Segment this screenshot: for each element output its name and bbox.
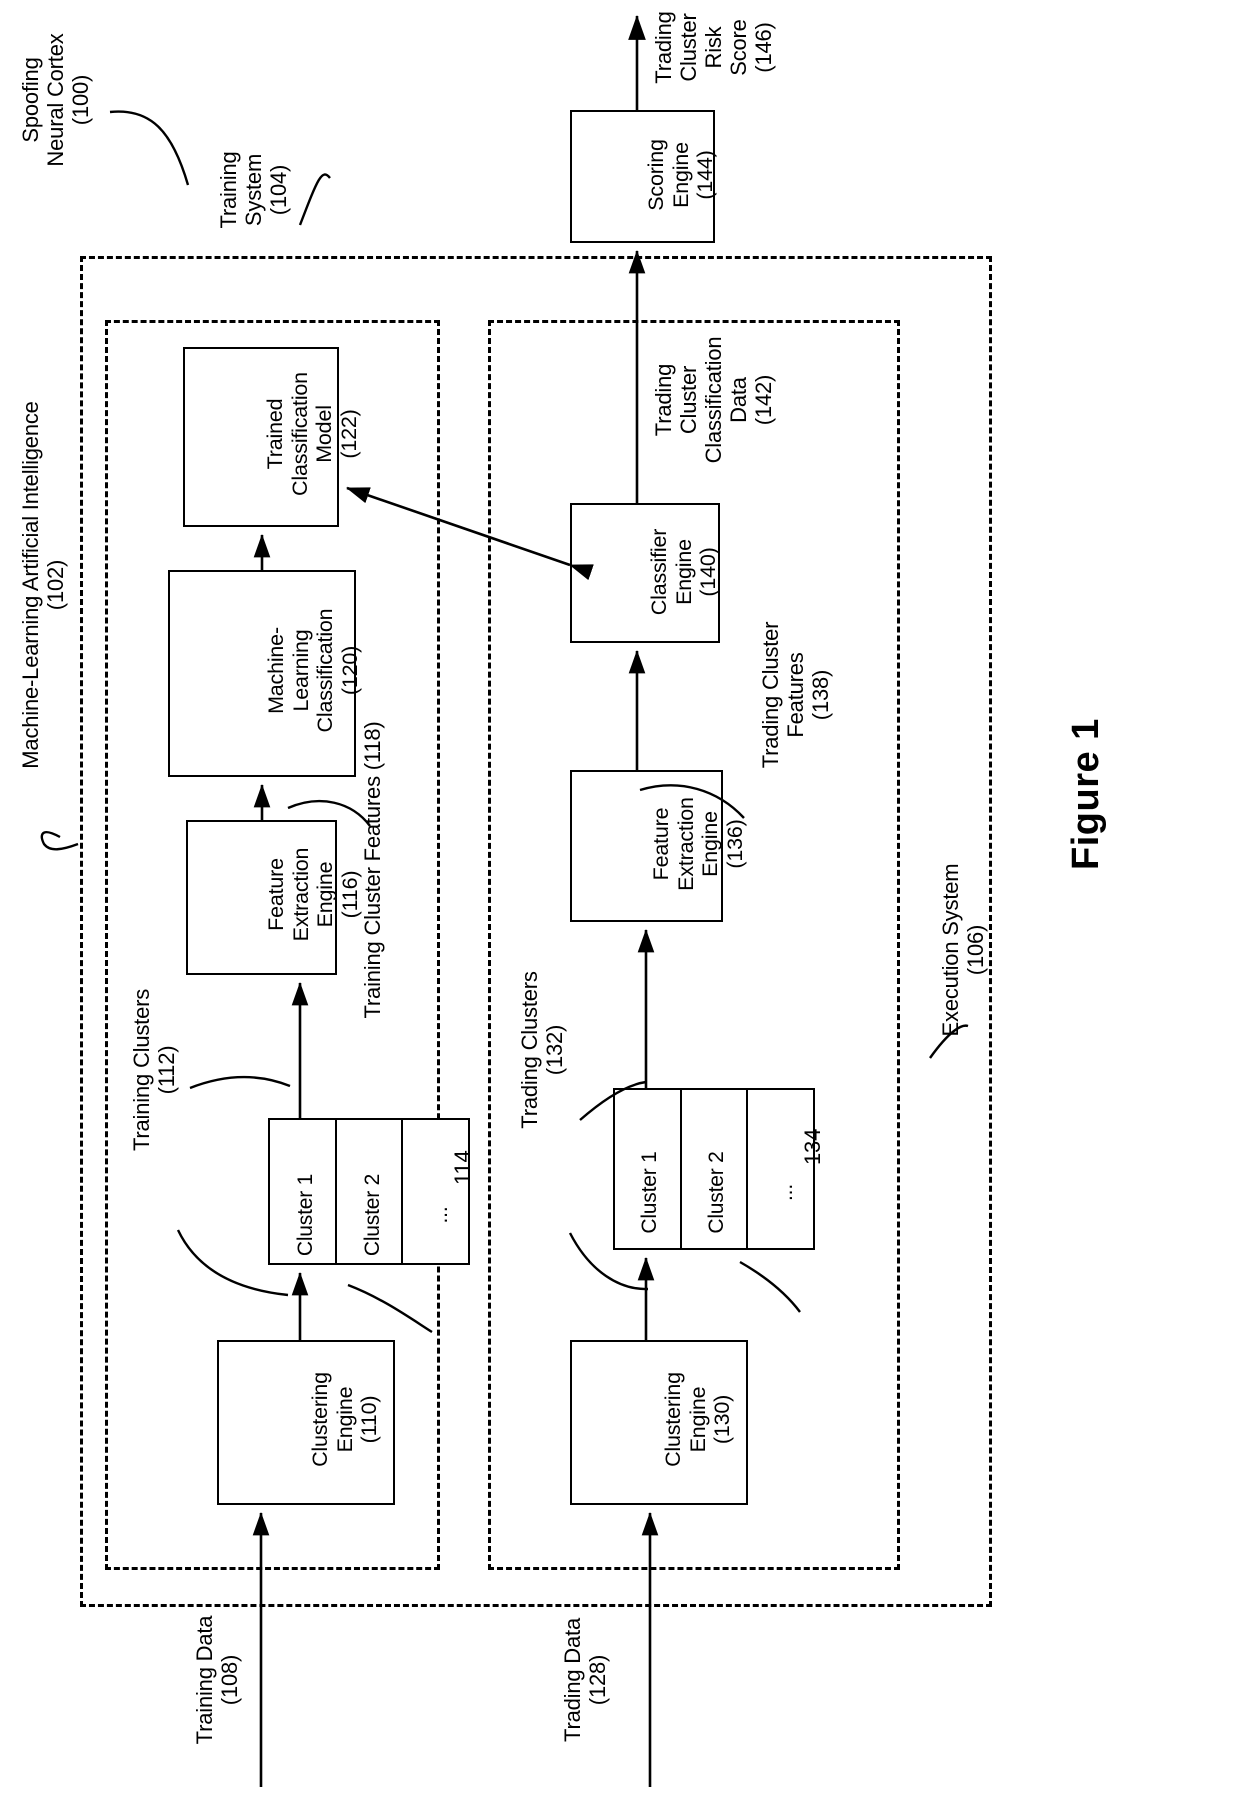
classifier-engine-box: Classifier Engine (140) — [570, 503, 720, 643]
trading-clusters-table: Cluster 1 Cluster 2 ... — [613, 1088, 815, 1250]
execution-system-label: Execution System (106) — [938, 863, 989, 1037]
training-clusters-table: Cluster 1 Cluster 2 ... — [268, 1118, 470, 1265]
training-cluster-cell-label: Cluster 2 — [360, 1173, 384, 1257]
trading-clusters-label: Trading Clusters (132) — [517, 971, 568, 1129]
training-cluster-cell-label: Cluster 1 — [294, 1173, 317, 1257]
feature-extraction-engine-136-label: Feature Extraction Engine (136) — [649, 797, 747, 891]
classifier-engine-label: Classifier Engine (140) — [647, 528, 720, 616]
trading-cluster-cell-label: Cluster 2 — [704, 1151, 728, 1234]
leader-spoofing-neural-cortex — [109, 110, 190, 186]
training-data-label: Training Data (108) — [192, 1615, 243, 1745]
trading-cluster-cell: Cluster 2 — [682, 1090, 749, 1248]
trading-cluster-risk-score-label: Trading Cluster Risk Score (146) — [651, 11, 777, 84]
spoofing-neural-cortex-title: Spoofing Neural Cortex (100) — [18, 33, 94, 167]
leader-training-system — [298, 173, 331, 226]
trading-cluster-features-label: Trading Cluster Features (138) — [758, 621, 834, 769]
clustering-engine-110-label: Clustering Engine (110) — [308, 1372, 381, 1467]
trading-cluster-cell-label: ... — [774, 1184, 798, 1201]
machine-learning-classification-box: Machine- Learning Classification (120) — [168, 570, 362, 777]
trading-cluster-cell: Cluster 1 — [615, 1090, 682, 1248]
trained-classification-model-box: Trained Classification Model (122) — [183, 347, 361, 527]
trading-cluster-classification-data-label: Trading Cluster Classification Data (142… — [651, 336, 777, 464]
training-cluster-cell: Cluster 2 — [337, 1120, 404, 1263]
figure-caption: Figure 1 — [1065, 718, 1107, 870]
trading-data-label: Trading Data (128) — [560, 1618, 611, 1742]
clustering-engine-130-box: Clustering Engine (130) — [570, 1340, 748, 1505]
machine-learning-ai-label: Machine-Learning Artificial Intelligence… — [18, 401, 69, 769]
feature-extraction-engine-136-box: Feature Extraction Engine (136) — [570, 770, 747, 922]
trained-classification-model-label: Trained Classification Model (122) — [263, 372, 361, 496]
training-cluster-features-label: Training Cluster Features (118) — [360, 721, 385, 1019]
machine-learning-classification-label: Machine- Learning Classification (120) — [264, 608, 362, 733]
clustering-engine-110-box: Clustering Engine (110) — [217, 1340, 395, 1505]
scoring-engine-label: Scoring Engine (144) — [644, 139, 717, 211]
clustering-engine-130-label: Clustering Engine (130) — [661, 1372, 734, 1467]
training-system-label: Training System (104) — [216, 151, 292, 229]
feature-extraction-engine-116-box: Feature Extraction Engine (116) — [186, 820, 362, 975]
training-clusters-reference-114: 114 — [450, 1150, 475, 1185]
patent-figure-page: Trained Classification Model (122) Machi… — [0, 0, 1240, 1803]
trading-clusters-reference-134: 134 — [800, 1128, 825, 1165]
feature-extraction-engine-116-label: Feature Extraction Engine (116) — [264, 847, 362, 942]
trading-cluster-cell-label: Cluster 1 — [638, 1151, 661, 1234]
training-cluster-cell: Cluster 1 — [270, 1120, 337, 1263]
scoring-engine-box: Scoring Engine (144) — [570, 110, 717, 243]
training-clusters-label: Training Clusters (112) — [129, 988, 180, 1152]
